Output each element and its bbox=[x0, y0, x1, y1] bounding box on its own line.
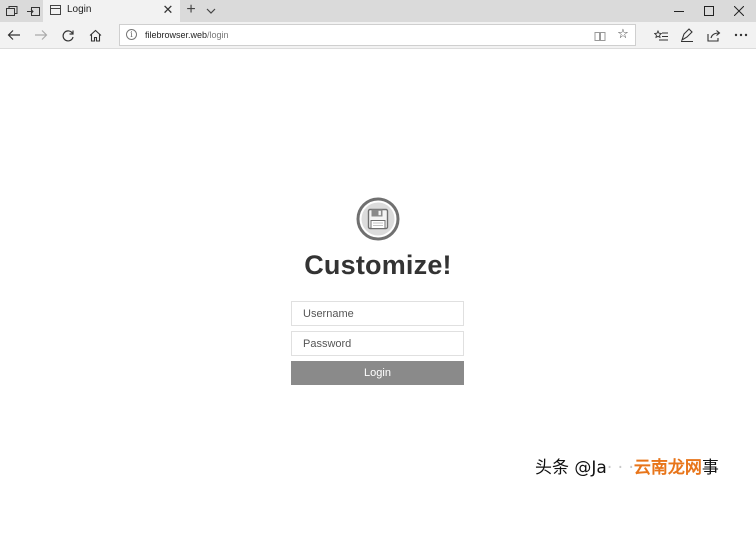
back-icon[interactable] bbox=[6, 27, 22, 43]
home-icon[interactable] bbox=[87, 27, 103, 43]
favorite-star-icon[interactable]: ☆ bbox=[616, 27, 630, 41]
new-tab-icon[interactable]: + bbox=[184, 1, 198, 19]
maximize-icon[interactable] bbox=[701, 3, 717, 19]
page-title: Customize! bbox=[304, 250, 452, 280]
info-icon[interactable]: i bbox=[126, 29, 137, 40]
reading-view-icon[interactable] bbox=[594, 29, 606, 41]
share-icon[interactable] bbox=[706, 27, 722, 43]
tab-login[interactable]: Login ✕ bbox=[43, 0, 180, 22]
tab-preview-icon[interactable] bbox=[5, 4, 19, 18]
navigation-bar: i filebrowser.web/login ☆ bbox=[0, 22, 756, 49]
more-icon[interactable] bbox=[733, 27, 749, 43]
close-icon[interactable]: ✕ bbox=[161, 3, 175, 17]
refresh-icon[interactable] bbox=[60, 27, 76, 43]
window-close-icon[interactable] bbox=[731, 3, 747, 19]
forward-icon[interactable] bbox=[33, 27, 49, 43]
minimize-icon[interactable] bbox=[671, 3, 687, 19]
page-icon bbox=[50, 5, 61, 15]
set-aside-tabs-icon[interactable] bbox=[26, 4, 40, 18]
tab-title: Login bbox=[67, 4, 92, 15]
watermark: 头条 @Ja· · ·云南龙网事 bbox=[535, 458, 719, 478]
tab-strip: Login ✕ + bbox=[0, 0, 756, 22]
login-button[interactable]: Login bbox=[291, 361, 464, 385]
favorites-hub-icon[interactable] bbox=[653, 27, 669, 43]
address-bar[interactable]: i filebrowser.web/login ☆ bbox=[119, 24, 636, 46]
username-input[interactable] bbox=[291, 301, 464, 326]
password-input[interactable] bbox=[291, 331, 464, 356]
url-text[interactable]: filebrowser.web/login bbox=[145, 30, 229, 40]
floppy-disk-logo bbox=[356, 197, 400, 241]
pen-icon[interactable] bbox=[679, 27, 695, 43]
chevron-down-icon[interactable] bbox=[205, 4, 219, 18]
